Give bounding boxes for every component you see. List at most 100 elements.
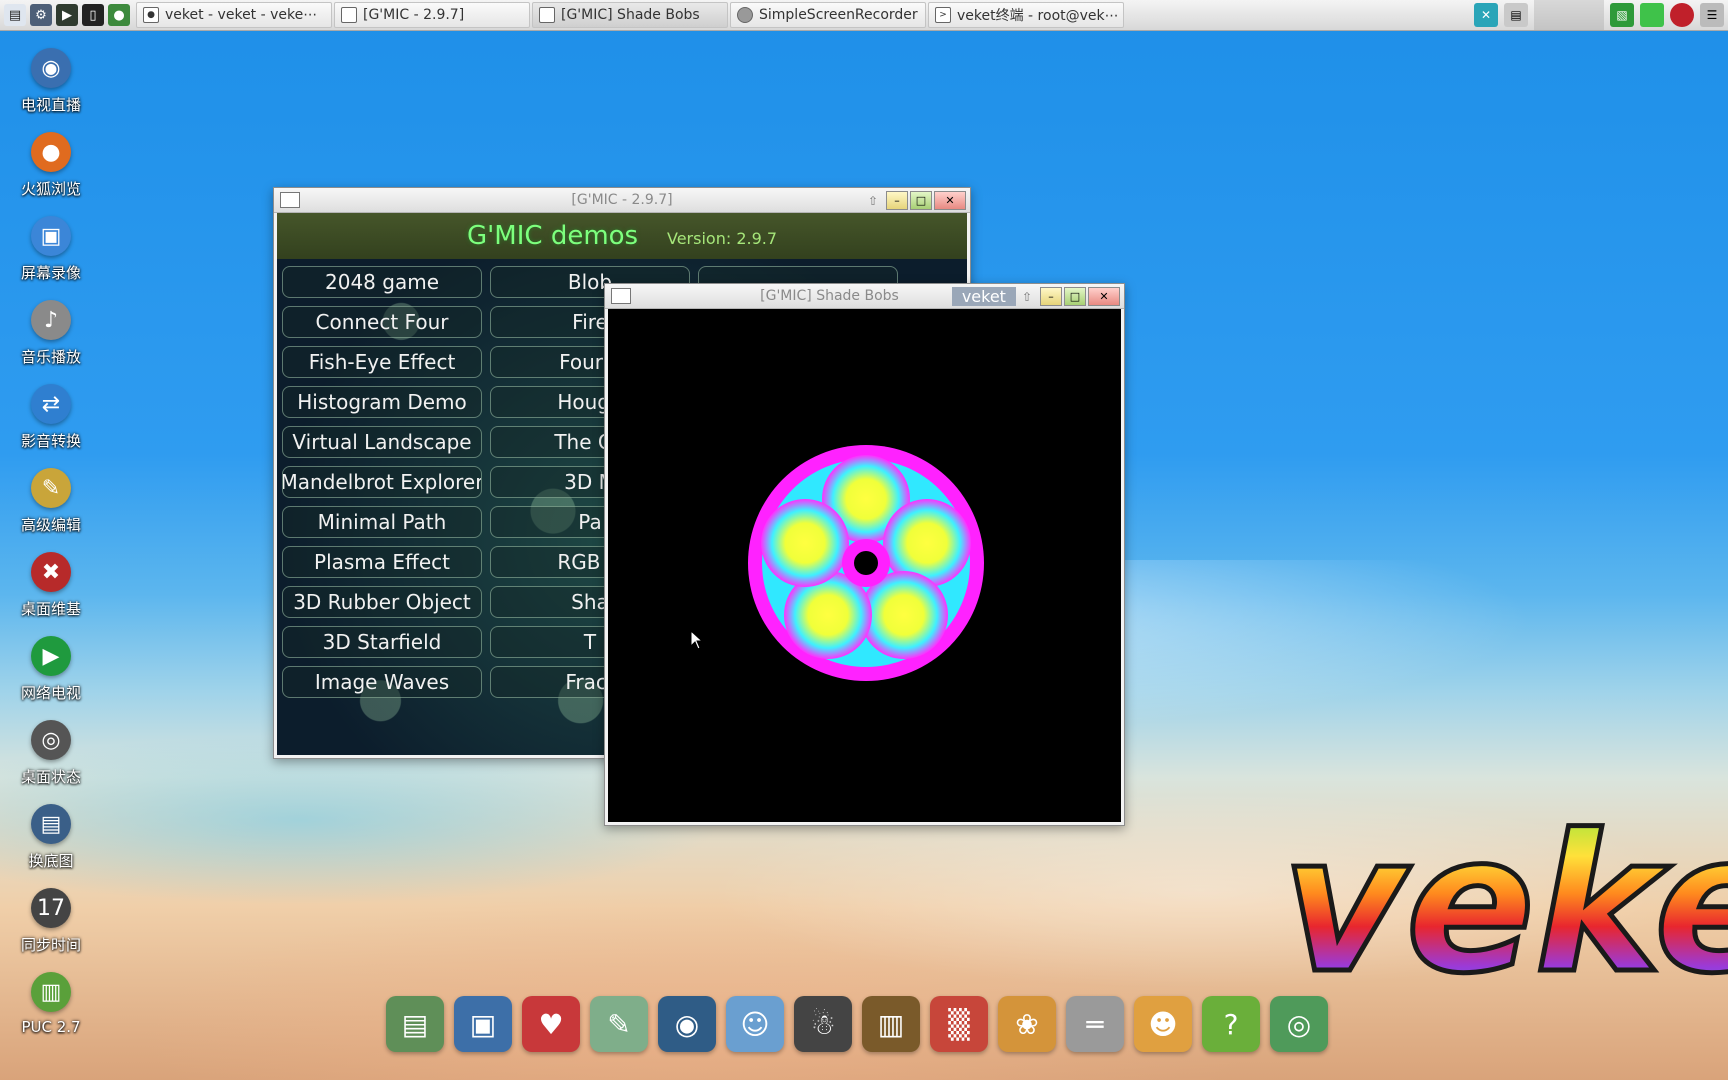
hardware-icon[interactable]: ♥ bbox=[522, 996, 580, 1052]
desktop-icon[interactable]: ▣ 屏幕录像 bbox=[8, 216, 94, 300]
settings-icon[interactable]: ⚙ bbox=[30, 4, 52, 26]
demo-button[interactable]: 3D Rubber Object bbox=[282, 586, 482, 618]
veket-logo: veke bbox=[1280, 792, 1728, 991]
desktop-icon-label: 音乐播放 bbox=[20, 348, 81, 366]
desktop-icon[interactable]: ▤ 换底图 bbox=[8, 804, 94, 888]
desktop-icon-label: 影音转换 bbox=[20, 432, 81, 450]
window-icon bbox=[539, 7, 555, 23]
media-player-icon[interactable]: ◉ bbox=[658, 996, 716, 1052]
camera-icon[interactable]: ◎ bbox=[1270, 996, 1328, 1052]
desktop-icon[interactable]: ✖ 桌面维基 bbox=[8, 552, 94, 636]
desktop-app-icon: ♪ bbox=[31, 300, 71, 340]
run-icon[interactable]: ▶ bbox=[56, 4, 78, 26]
help-icon[interactable]: ? bbox=[1202, 996, 1260, 1052]
demo-button[interactable]: 3D Starfield bbox=[282, 626, 482, 658]
desktop-icon[interactable]: ▶ 网络电视 bbox=[8, 636, 94, 720]
demo-button[interactable]: Virtual Landscape bbox=[282, 426, 482, 458]
window-menu-button[interactable] bbox=[280, 192, 300, 208]
desktop-icon-label: 同步时间 bbox=[20, 936, 81, 954]
record-icon[interactable] bbox=[1670, 3, 1694, 27]
desktop-icon-label: 电视直播 bbox=[20, 96, 81, 114]
system-tray: ✕ ▤ ▧ ☰ bbox=[1474, 0, 1728, 30]
paint-icon[interactable]: ❀ bbox=[998, 996, 1056, 1052]
task-shade-bobs[interactable]: [G'MIC] Shade Bobs bbox=[532, 2, 728, 28]
window-title: [G'MIC - 2.9.7] bbox=[571, 192, 673, 208]
maximize-button[interactable]: □ bbox=[910, 191, 932, 210]
shade-bobs-canvas[interactable] bbox=[608, 309, 1121, 822]
editor-icon[interactable]: ✎ bbox=[590, 996, 648, 1052]
usb-icon[interactable]: ═ bbox=[1066, 996, 1124, 1052]
shade-bobs-titlebar[interactable]: [G'MIC] Shade Bobs veket ⇧ – □ ✕ bbox=[605, 284, 1124, 309]
task-screen-recorder[interactable]: SimpleScreenRecorder bbox=[730, 2, 926, 28]
chart-icon[interactable]: ▒ bbox=[930, 996, 988, 1052]
minimize-button[interactable]: – bbox=[886, 191, 908, 210]
desktop-icon[interactable]: ⇄ 影音转换 bbox=[8, 384, 94, 468]
desktop-icon-label: 高级编辑 bbox=[20, 516, 81, 534]
task-label: [G'MIC] Shade Bobs bbox=[561, 7, 700, 23]
task-terminal[interactable]: > veket终端 - root@vek⋯ bbox=[928, 2, 1124, 28]
pin-icon[interactable]: ⇧ bbox=[1022, 290, 1032, 304]
shade-bobs-window: [G'MIC] Shade Bobs veket ⇧ – □ ✕ bbox=[604, 283, 1125, 826]
desktop-app-icon: ◉ bbox=[31, 48, 71, 88]
desktop-icon[interactable]: ▥ PUC 2.7 bbox=[8, 972, 94, 1056]
shade-bobs-render bbox=[748, 445, 984, 681]
close-button[interactable]: ✕ bbox=[1088, 287, 1120, 306]
desktop-app-icon: ⇄ bbox=[31, 384, 71, 424]
desktop-switch-icon[interactable]: ✕ bbox=[1474, 3, 1498, 27]
desktop-icon[interactable]: ◉ 电视直播 bbox=[8, 48, 94, 132]
terminal-launch-icon[interactable]: ▯ bbox=[82, 4, 104, 26]
desktop-app-icon: ◎ bbox=[31, 720, 71, 760]
penguin-icon[interactable]: ☃ bbox=[794, 996, 852, 1052]
gmic-titlebar[interactable]: [G'MIC - 2.9.7] ⇧ – □ ✕ bbox=[274, 188, 970, 213]
desktop-icon-label: 火狐浏览 bbox=[20, 180, 81, 198]
browser-launch-icon[interactable]: ● bbox=[108, 4, 130, 26]
demo-button[interactable]: 2048 game bbox=[282, 266, 482, 298]
desktop-app-icon: ● bbox=[31, 132, 71, 172]
desktop-app-icon: ▥ bbox=[31, 972, 71, 1012]
recorder-icon bbox=[737, 7, 753, 23]
taskbar: ▤ ⚙ ▶ ▯ ● ● veket - veket - veke⋯ [G'MIC … bbox=[0, 0, 1728, 31]
demo-button[interactable]: Histogram Demo bbox=[282, 386, 482, 418]
gmic-version: Version: 2.9.7 bbox=[667, 229, 778, 248]
user-tag: veket bbox=[951, 287, 1016, 306]
desktop-icon-label: 桌面状态 bbox=[20, 768, 81, 786]
task-label: veket - veket - veke⋯ bbox=[165, 7, 318, 23]
desktop-icon[interactable]: ✎ 高级编辑 bbox=[8, 468, 94, 552]
task-label: SimpleScreenRecorder bbox=[759, 7, 918, 23]
window-menu-button[interactable] bbox=[611, 288, 631, 304]
desktop-app-icon: ✎ bbox=[31, 468, 71, 508]
task-gmic[interactable]: [G'MIC - 2.9.7] bbox=[334, 2, 530, 28]
mouse-cursor-icon bbox=[690, 630, 704, 650]
network-icon[interactable]: ☺ bbox=[726, 996, 784, 1052]
desktop-icon[interactable]: ◎ 桌面状态 bbox=[8, 720, 94, 804]
dock: ▤ ▣ ♥ ✎ ◉ ☺ ☃ ▥ ▒ ❀ ═ ☻? ◎ bbox=[386, 996, 1328, 1052]
demo-button[interactable]: Image Waves bbox=[282, 666, 482, 698]
close-button[interactable]: ✕ bbox=[934, 191, 966, 210]
demo-button[interactable]: Connect Four bbox=[282, 306, 482, 338]
network-status-icon[interactable]: ▧ bbox=[1610, 3, 1634, 27]
desktop-app-icon: 17 bbox=[31, 888, 71, 928]
demo-button[interactable]: Fish-Eye Effect bbox=[282, 346, 482, 378]
system-monitor-icon[interactable]: ▤ bbox=[4, 4, 26, 26]
battery-icon[interactable] bbox=[1640, 3, 1664, 27]
notebook-icon[interactable]: ▥ bbox=[862, 996, 920, 1052]
tray-spacer bbox=[1534, 0, 1604, 30]
display-settings-icon[interactable]: ▣ bbox=[454, 996, 512, 1052]
pin-icon[interactable]: ⇧ bbox=[868, 194, 878, 208]
file-manager-icon[interactable]: ▤ bbox=[386, 996, 444, 1052]
gmic-header: G'MIC demos Version: 2.9.7 bbox=[277, 213, 967, 259]
logo-text: veke bbox=[1282, 794, 1728, 990]
task-browser[interactable]: ● veket - veket - veke⋯ bbox=[136, 2, 332, 28]
desktop-icon[interactable]: 17 同步时间 bbox=[8, 888, 94, 972]
demo-button[interactable]: Plasma Effect bbox=[282, 546, 482, 578]
desktop-icon[interactable]: ♪ 音乐播放 bbox=[8, 300, 94, 384]
maximize-button[interactable]: □ bbox=[1064, 287, 1086, 306]
volume-icon[interactable]: ☰ bbox=[1700, 3, 1724, 27]
minimize-button[interactable]: – bbox=[1040, 287, 1062, 306]
desktop-icon[interactable]: ● 火狐浏览 bbox=[8, 132, 94, 216]
workspace-icon[interactable]: ▤ bbox=[1504, 3, 1528, 27]
veket-app-icon[interactable]: ☻ bbox=[1134, 996, 1192, 1052]
task-label: veket终端 - root@vek⋯ bbox=[957, 8, 1119, 24]
demo-button[interactable]: Minimal Path bbox=[282, 506, 482, 538]
demo-button[interactable]: Mandelbrot Explorer bbox=[282, 466, 482, 498]
